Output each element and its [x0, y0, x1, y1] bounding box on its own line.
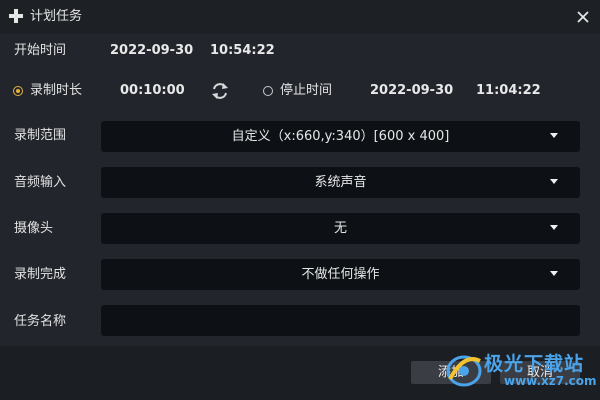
- recording-range-label: 录制范围: [14, 128, 67, 143]
- close-icon[interactable]: [574, 8, 592, 26]
- audio-input-select[interactable]: 系统声音: [101, 167, 580, 198]
- audio-input-label: 音频输入: [14, 175, 67, 190]
- task-name-label: 任务名称: [14, 314, 67, 329]
- swap-arrows-icon[interactable]: [210, 81, 230, 101]
- camera-value: 无: [333, 221, 347, 236]
- scheduled-task-dialog: 计划任务 开始时间 2022-09-30 10:54:22 录制时长 00:10…: [0, 0, 600, 400]
- task-name-input[interactable]: [101, 305, 580, 336]
- dialog-title: 计划任务: [30, 9, 83, 24]
- chevron-down-icon: [550, 225, 558, 230]
- stop-time-value[interactable]: 11:04:22: [476, 82, 541, 100]
- start-time-label: 开始时间: [14, 43, 67, 58]
- recording-range-select[interactable]: 自定义（x:660,y:340）[600 x 400]: [101, 121, 580, 152]
- stop-time-radio[interactable]: [263, 86, 273, 96]
- stop-time-label[interactable]: 停止时间: [280, 82, 332, 100]
- recording-finish-select[interactable]: 不做任何操作: [101, 259, 580, 290]
- chevron-down-icon: [550, 133, 558, 138]
- recording-finish-value: 不做任何操作: [301, 267, 380, 282]
- duration-label[interactable]: 录制时长: [30, 82, 82, 100]
- audio-input-value: 系统声音: [314, 175, 367, 190]
- stop-date-value[interactable]: 2022-09-30: [370, 82, 453, 100]
- camera-label: 摄像头: [14, 221, 54, 236]
- camera-select[interactable]: 无: [101, 213, 580, 244]
- cancel-button[interactable]: 取消: [500, 361, 580, 384]
- recording-finish-label: 录制完成: [14, 267, 67, 282]
- duration-radio[interactable]: [13, 86, 23, 96]
- recording-range-value: 自定义（x:660,y:340）[600 x 400]: [231, 129, 450, 144]
- add-button[interactable]: 添加: [411, 361, 491, 384]
- start-date-value[interactable]: 2022-09-30: [110, 42, 193, 60]
- title-bar[interactable]: 计划任务: [0, 0, 600, 34]
- start-time-value[interactable]: 10:54:22: [210, 42, 275, 60]
- chevron-down-icon: [550, 271, 558, 276]
- chevron-down-icon: [550, 179, 558, 184]
- plus-icon: [9, 9, 23, 23]
- duration-value[interactable]: 00:10:00: [120, 82, 185, 100]
